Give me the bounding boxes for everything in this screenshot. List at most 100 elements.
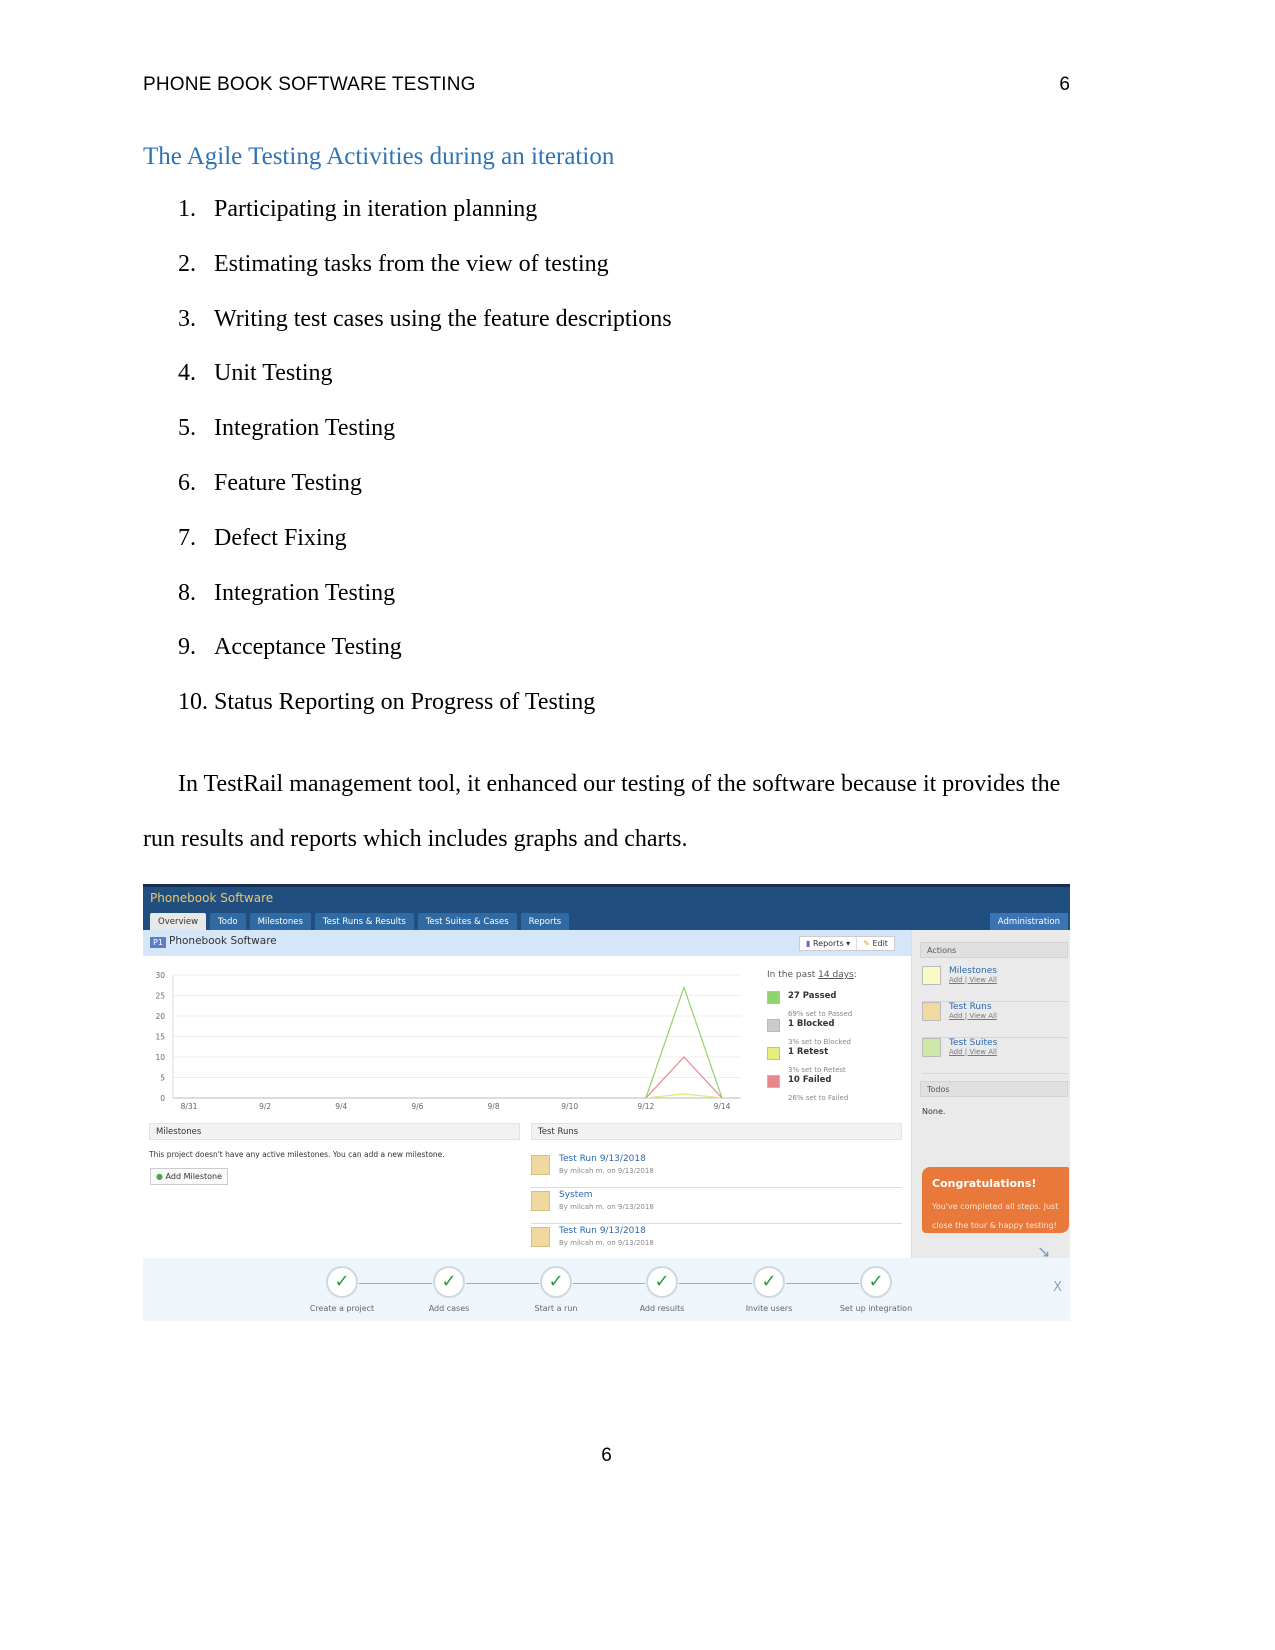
- legend-swatch: [767, 1019, 780, 1032]
- tab-milestones[interactable]: Milestones: [249, 913, 311, 931]
- tab-overview[interactable]: Overview: [150, 913, 207, 931]
- y-tick-label: 5: [160, 1074, 165, 1083]
- chart-icon: ▮: [806, 939, 811, 948]
- y-tick-label: 20: [155, 1012, 165, 1021]
- test-run-item: Test Run 9/13/2018 By milcah m. on 9/13/2…: [531, 1224, 902, 1260]
- project-badge: P1: [150, 937, 166, 948]
- check-icon: ✓: [646, 1266, 678, 1298]
- project-bar: P1 Phonebook Software ▮ Reports ▾ ✎ Edit: [143, 930, 911, 956]
- days-link[interactable]: 14 days: [818, 970, 854, 980]
- x-tick-label: 9/12: [637, 1102, 654, 1111]
- check-icon: ✓: [540, 1266, 572, 1298]
- close-tour-button[interactable]: X: [1053, 1280, 1062, 1295]
- test-runs-header: Test Runs: [531, 1123, 902, 1140]
- action-milestones: Milestones Add | View All: [922, 966, 1068, 1002]
- add-link[interactable]: Add: [949, 976, 963, 984]
- app-title: Phonebook Software: [150, 891, 274, 905]
- tab-reports[interactable]: Reports: [520, 913, 570, 931]
- action-test-runs: Test Runs Add | View All: [922, 1002, 1068, 1038]
- tour-step[interactable]: ✓ Start a run: [516, 1266, 596, 1313]
- list-item: 1. Participating in iteration planning: [178, 196, 538, 222]
- page-number: 6: [1059, 74, 1070, 95]
- list-item: 10. Status Reporting on Progress of Testi…: [178, 689, 596, 716]
- x-tick-label: 8/31: [181, 1102, 198, 1111]
- action-swatch: [922, 1038, 941, 1057]
- action-link[interactable]: Milestones: [949, 966, 997, 976]
- legend-item: 10 Failed 26% set to Failed: [767, 1075, 848, 1104]
- milestones-header: Milestones: [149, 1123, 520, 1140]
- x-tick-label: 9/8: [488, 1102, 500, 1111]
- suite-icon: [531, 1191, 550, 1211]
- paragraph-line: In TestRail management tool, it enhanced…: [178, 771, 1061, 797]
- tab-test-runs-results[interactable]: Test Runs & Results: [314, 913, 414, 931]
- running-head: PHONE BOOK SOFTWARE TESTING: [143, 74, 476, 95]
- x-tick-label: 9/4: [335, 1102, 347, 1111]
- todos-value: None.: [922, 1107, 946, 1116]
- legend-swatch: [767, 991, 780, 1004]
- tab-administration[interactable]: Administration: [989, 913, 1068, 931]
- section-heading: The Agile Testing Activities during an i…: [143, 143, 615, 170]
- body-paragraph: In TestRail management tool, it enhanced…: [143, 757, 1073, 867]
- x-tick-label: 9/6: [411, 1102, 423, 1111]
- paragraph-line: run results and reports which includes g…: [143, 826, 688, 852]
- view-all-link[interactable]: View All: [969, 976, 997, 984]
- footer-page-number: 6: [601, 1445, 612, 1466]
- list-item: 4. Unit Testing: [178, 360, 333, 387]
- list-item: 6. Feature Testing: [178, 469, 362, 496]
- tour-step[interactable]: ✓ Add results: [622, 1266, 702, 1313]
- test-run-link[interactable]: Test Run 9/13/2018: [559, 1226, 654, 1236]
- list-item: 3. Writing test cases using the feature d…: [178, 305, 672, 332]
- check-icon: ✓: [326, 1266, 358, 1298]
- legend-item: 1 Blocked 3% set to Blocked: [767, 1019, 851, 1048]
- project-name: Phonebook Software: [169, 935, 277, 947]
- add-milestone-button[interactable]: ● Add Milestone: [150, 1168, 229, 1185]
- congrats-tooltip: Congratulations! You've completed all st…: [922, 1167, 1069, 1233]
- action-swatch: [922, 966, 941, 985]
- check-icon: ✓: [433, 1266, 465, 1298]
- legend-item: 27 Passed 69% set to Passed: [767, 991, 852, 1020]
- congrats-title: Congratulations!: [932, 1177, 1037, 1190]
- edit-label: Edit: [872, 939, 888, 948]
- test-run-link[interactable]: System: [559, 1190, 654, 1200]
- tab-test-suites-cases[interactable]: Test Suites & Cases: [417, 913, 517, 931]
- app-header: Phonebook Software Overview Todo Milestone…: [143, 884, 1070, 931]
- edit-button[interactable]: ✎ Edit: [856, 937, 894, 950]
- list-item: 8. Integration Testing: [178, 579, 396, 606]
- tour-step[interactable]: ✓ Create a project: [302, 1266, 382, 1313]
- action-link[interactable]: Test Suites: [949, 1038, 997, 1048]
- legend-item: 1 Retest 3% set to Retest: [767, 1047, 846, 1076]
- action-link[interactable]: Test Runs: [949, 1002, 997, 1012]
- list-item: 9. Acceptance Testing: [178, 634, 402, 661]
- tour-step[interactable]: ✓ Add cases: [409, 1266, 489, 1313]
- y-tick-label: 15: [155, 1033, 165, 1042]
- action-swatch: [922, 1002, 941, 1021]
- tour-step[interactable]: ✓ Set up integration: [836, 1266, 916, 1313]
- list-item: 7. Defect Fixing: [178, 524, 347, 551]
- plus-icon: ●: [156, 1172, 163, 1181]
- test-run-icon: [531, 1155, 550, 1175]
- results-chart: 0 5 10 15 20 25 30 8/31 9/2 9/4 9/6 9/8 9/10 9/12 9/14: [155, 971, 741, 1111]
- tour-step[interactable]: ✓ Invite users: [729, 1266, 809, 1313]
- view-all-link[interactable]: View All: [969, 1012, 997, 1020]
- todos-header: Todos: [920, 1081, 1068, 1097]
- x-tick-label: 9/14: [714, 1102, 731, 1111]
- y-tick-label: 25: [155, 992, 165, 1001]
- actions-header: Actions: [920, 942, 1068, 958]
- legend-title: In the past 14 days:: [767, 970, 857, 980]
- test-run-item: System By milcah m. on 9/13/2018: [531, 1188, 902, 1224]
- congrats-text: You've completed all steps. Just close t…: [932, 1202, 1059, 1230]
- test-run-icon: [531, 1227, 550, 1247]
- test-run-link[interactable]: Test Run 9/13/2018: [559, 1154, 654, 1164]
- add-link[interactable]: Add: [949, 1048, 963, 1056]
- tab-todo[interactable]: Todo: [210, 913, 246, 931]
- view-all-link[interactable]: View All: [969, 1048, 997, 1056]
- add-link[interactable]: Add: [949, 1012, 963, 1020]
- reports-label: Reports ▾: [812, 939, 851, 948]
- toolbar: ▮ Reports ▾ ✎ Edit: [799, 936, 895, 951]
- list-item: 2. Estimating tasks from the view of test…: [178, 250, 609, 277]
- series-line-retest: [645, 1093, 723, 1099]
- reports-button[interactable]: ▮ Reports ▾: [800, 937, 856, 950]
- activity-list: 1. Participating in iteration planning 2. E…: [178, 196, 672, 744]
- legend-swatch: [767, 1075, 780, 1088]
- action-test-suites: Test Suites Add | View All: [922, 1038, 1068, 1074]
